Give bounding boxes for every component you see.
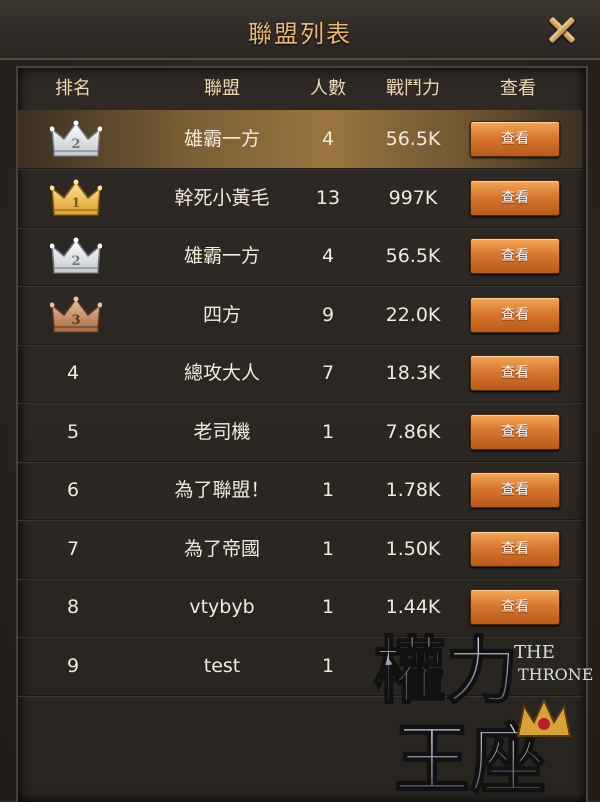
table-row: 2 雄霸一方 4 56.5K 查看	[18, 110, 582, 170]
combat-power: 1.78K	[385, 479, 441, 501]
header-power: 戰鬥力	[386, 78, 440, 99]
view-alliance-button[interactable]: 查看	[470, 238, 560, 274]
rank-crown-icon: 3	[18, 286, 128, 344]
combat-power: 56.5K	[385, 128, 441, 150]
view-alliance-button[interactable]: 查看	[470, 121, 560, 157]
table-row: 2 雄霸一方 4 56.5K 查看	[18, 227, 582, 287]
view-alliance-button[interactable]: 查看	[470, 472, 560, 508]
crown-emblem-icon	[516, 697, 572, 737]
view-alliance-button[interactable]: 查看	[470, 355, 560, 391]
game-logo: 權力 王座 THE THRONE	[373, 627, 593, 800]
table-header: 排名 聯盟 人數 戰鬥力 查看	[18, 70, 582, 106]
title-bar: 聯盟列表	[0, 0, 600, 60]
view-alliance-button[interactable]: 查看	[470, 179, 560, 216]
combat-power: 56.5K	[385, 245, 441, 267]
close-icon[interactable]	[542, 10, 582, 50]
rank-number: 3	[71, 313, 80, 328]
table-row: 7 為了帝國 1 1.50K 查看	[18, 520, 582, 580]
combat-power: 7.86K	[385, 420, 441, 443]
combat-power: 18.3K	[385, 362, 441, 384]
table-row: 3 四方 9 22.0K 查看	[18, 286, 582, 346]
rank-number: 2	[71, 137, 80, 152]
rank-crown-icon: 2	[18, 110, 128, 168]
rank-number: 4	[66, 362, 80, 384]
view-alliance-button[interactable]: 查看	[470, 296, 560, 333]
rank-number: 5	[66, 420, 80, 443]
view-alliance-button[interactable]: 查看	[470, 530, 560, 567]
table-row: 6 為了聯盟！ 1 1.78K 查看	[18, 461, 582, 521]
logo-en-line1: THE	[514, 642, 555, 663]
header-rank: 排名	[55, 78, 91, 99]
combat-power: 997K	[388, 186, 438, 209]
view-alliance-button[interactable]: 查看	[470, 413, 560, 450]
rank-crown-icon: 2	[18, 227, 128, 285]
combat-power: 1.50K	[385, 537, 441, 560]
rank-number: 7	[66, 537, 80, 560]
rank-number: 2	[71, 254, 80, 269]
rank-number: 8	[66, 596, 80, 618]
rank-number: 9	[66, 654, 80, 677]
table-row: 4 總攻大人 7 18.3K 查看	[18, 344, 582, 404]
rank-number: 1	[71, 196, 80, 211]
header-view: 查看	[500, 78, 536, 99]
table-row: 1 幹死小黃毛 13 997K 查看	[18, 169, 582, 229]
combat-power: 22.0K	[385, 303, 441, 326]
logo-en-line2: THRONE	[518, 665, 593, 684]
rank-crown-icon: 1	[18, 169, 128, 227]
rank-number: 6	[66, 479, 80, 501]
logo-cn-line1: 權力	[374, 628, 518, 713]
window-title: 聯盟列表	[248, 20, 352, 48]
table-row: 5 老司機 1 7.86K 查看	[18, 403, 582, 463]
